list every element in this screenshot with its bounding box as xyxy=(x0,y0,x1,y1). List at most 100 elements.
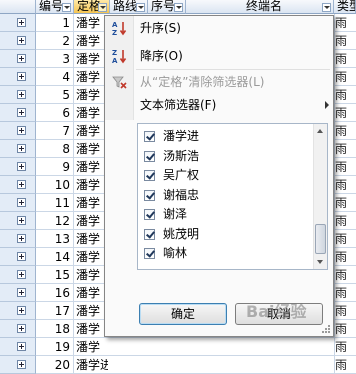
cell-id[interactable]: 12 xyxy=(36,212,74,230)
row-header[interactable] xyxy=(0,338,36,356)
filter-value-item[interactable]: 谢泽 xyxy=(142,204,312,224)
cell-id[interactable]: 7 xyxy=(36,122,74,140)
cell-id[interactable]: 17 xyxy=(36,302,74,320)
cell-type[interactable]: 雨 xyxy=(334,176,356,194)
checkbox-checked-icon[interactable] xyxy=(144,228,155,240)
cell-name[interactable]: 潘学进 xyxy=(74,356,108,374)
expand-icon[interactable] xyxy=(17,126,26,135)
scroll-up-icon[interactable] xyxy=(314,124,327,138)
row-header[interactable] xyxy=(0,14,36,32)
cell-id[interactable]: 19 xyxy=(36,338,74,356)
cell-name[interactable]: 潘学 xyxy=(74,248,108,266)
expand-icon[interactable] xyxy=(17,360,26,369)
filter-dropdown-icon[interactable] xyxy=(62,3,71,12)
filter-value-item[interactable]: 谢福忠 xyxy=(142,185,312,205)
column-header-type[interactable]: 类型 xyxy=(334,0,356,14)
cell-type[interactable]: 雨 xyxy=(334,194,356,212)
expand-icon[interactable] xyxy=(17,270,26,279)
row-header[interactable] xyxy=(0,104,36,122)
row-header[interactable] xyxy=(0,212,36,230)
checkbox-checked-icon[interactable] xyxy=(144,189,155,201)
cell-type[interactable]: 雨 xyxy=(334,32,356,50)
row-header[interactable] xyxy=(0,248,36,266)
sort-descending-item[interactable]: Z A 降序(O) xyxy=(105,46,333,66)
column-header-terminal[interactable]: 终端名 xyxy=(186,0,334,14)
cell-type[interactable]: 雨 xyxy=(334,68,356,86)
row-header[interactable] xyxy=(0,356,36,374)
expand-icon[interactable] xyxy=(17,108,26,117)
cell-id[interactable]: 9 xyxy=(36,158,74,176)
cell-name[interactable]: 潘学 xyxy=(74,122,108,140)
cell-type[interactable]: 雨 xyxy=(334,158,356,176)
row-header[interactable] xyxy=(0,122,36,140)
column-header-seq[interactable]: 序号 xyxy=(148,0,186,14)
cell-name[interactable]: 潘学 xyxy=(74,194,108,212)
row-header[interactable] xyxy=(0,68,36,86)
cell-name[interactable]: 潘学 xyxy=(74,158,108,176)
cell-type[interactable]: 雨 xyxy=(334,86,356,104)
expand-icon[interactable] xyxy=(17,54,26,63)
row-header[interactable] xyxy=(0,176,36,194)
cell-id[interactable]: 18 xyxy=(36,320,74,338)
cell-type[interactable]: 雨 xyxy=(334,302,356,320)
cell-type[interactable]: 雨 xyxy=(334,248,356,266)
cell-name[interactable]: 潘学 xyxy=(74,284,108,302)
column-header-id[interactable]: 编号 xyxy=(36,0,74,14)
cell-name[interactable]: 潘学 xyxy=(74,140,108,158)
expand-icon[interactable] xyxy=(17,234,26,243)
cell-name[interactable]: 潘学 xyxy=(74,212,108,230)
scroll-down-icon[interactable] xyxy=(314,255,327,269)
expand-icon[interactable] xyxy=(17,36,26,45)
sort-ascending-item[interactable]: A Z 升序(S) xyxy=(105,18,333,38)
checkbox-checked-icon[interactable] xyxy=(144,248,155,259)
cell-id[interactable]: 8 xyxy=(36,140,74,158)
row-header[interactable] xyxy=(0,320,36,338)
cell-id[interactable]: 10 xyxy=(36,176,74,194)
expand-icon[interactable] xyxy=(17,306,26,315)
cell-name[interactable]: 潘学 xyxy=(74,14,108,32)
filter-value-item[interactable]: 吴广权 xyxy=(142,165,312,185)
checkbox-checked-icon[interactable] xyxy=(144,170,155,181)
cell-type[interactable]: 雨 xyxy=(334,230,356,248)
text-filter-item[interactable]: 文本筛选器(F) xyxy=(105,95,333,115)
cell-type[interactable]: 雨 xyxy=(334,14,356,32)
cell-id[interactable]: 3 xyxy=(36,50,74,68)
cell-name[interactable]: 潘学 xyxy=(74,338,108,356)
filter-value-item[interactable]: 姚茂明 xyxy=(142,224,312,244)
row-header[interactable] xyxy=(0,194,36,212)
expand-icon[interactable] xyxy=(17,216,26,225)
cell-name[interactable]: 潘学 xyxy=(74,266,108,284)
column-header-route[interactable]: 路线 xyxy=(110,0,148,14)
cell-id[interactable]: 2 xyxy=(36,32,74,50)
cell-name[interactable]: 潘学 xyxy=(74,86,108,104)
cell-name[interactable]: 潘学 xyxy=(74,302,108,320)
cell-name[interactable]: 潘学 xyxy=(74,32,108,50)
cell-id[interactable]: 1 xyxy=(36,14,74,32)
row-header[interactable] xyxy=(0,284,36,302)
ok-button[interactable]: 确定 xyxy=(139,303,227,325)
cell-name[interactable]: 潘学 xyxy=(74,230,108,248)
cell-id[interactable]: 6 xyxy=(36,104,74,122)
table-row[interactable]: 19 潘学 雨 xyxy=(0,338,356,356)
cell-id[interactable]: 16 xyxy=(36,284,74,302)
cell-id[interactable]: 11 xyxy=(36,194,74,212)
cell-id[interactable]: 15 xyxy=(36,266,74,284)
row-header[interactable] xyxy=(0,50,36,68)
cell-id[interactable]: 5 xyxy=(36,86,74,104)
expand-icon[interactable] xyxy=(17,198,26,207)
cell-type[interactable]: 雨 xyxy=(334,104,356,122)
expand-icon[interactable] xyxy=(17,342,26,351)
expand-icon[interactable] xyxy=(17,324,26,333)
expand-icon[interactable] xyxy=(17,144,26,153)
resize-grip-icon[interactable] xyxy=(322,325,331,334)
cell-id[interactable]: 20 xyxy=(36,356,74,374)
cell-type[interactable]: 雨 xyxy=(334,212,356,230)
row-header[interactable] xyxy=(0,86,36,104)
checkbox-checked-icon[interactable] xyxy=(144,131,155,142)
cell-id[interactable]: 14 xyxy=(36,248,74,266)
scroll-thumb[interactable] xyxy=(315,224,326,254)
cell-type[interactable]: 雨 xyxy=(334,140,356,158)
list-scrollbar[interactable] xyxy=(313,124,327,269)
filter-dropdown-icon[interactable] xyxy=(136,3,145,12)
row-header[interactable] xyxy=(0,140,36,158)
